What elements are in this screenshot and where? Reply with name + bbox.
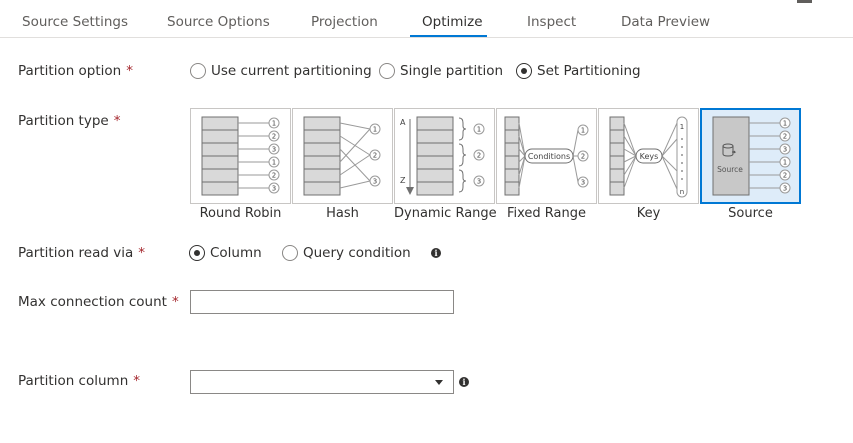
svg-text:3: 3 <box>783 185 787 193</box>
partition-option-label: Partition option * <box>18 63 133 79</box>
max-connection-count-label: Max connection count * <box>18 294 179 310</box>
radio-label: Set Partitioning <box>537 63 641 79</box>
tile-label-fixed-range: Fixed Range <box>506 206 587 221</box>
required-marker: * <box>133 373 140 389</box>
required-marker: * <box>126 63 133 79</box>
range-start-letter: A <box>400 118 406 127</box>
radio-label: Single partition <box>400 63 504 79</box>
partition-column-label: Partition column * <box>18 373 140 389</box>
svg-text:2: 2 <box>477 152 481 160</box>
max-connection-count-input[interactable] <box>190 290 454 314</box>
svg-text:1: 1 <box>272 159 276 167</box>
source-text: Source <box>717 165 743 174</box>
radio-circle-selected[interactable] <box>189 245 205 261</box>
partition-column-dropdown[interactable] <box>190 370 454 394</box>
dynamic-range-diagram-icon: A Z 1 2 3 <box>400 116 485 196</box>
svg-text:1: 1 <box>272 120 276 128</box>
chevron-down-icon[interactable] <box>435 380 443 385</box>
svg-text:2: 2 <box>272 172 276 180</box>
tile-label-hash: Hash <box>326 206 359 221</box>
radio-use-current-partitioning[interactable]: Use current partitioning <box>190 63 372 79</box>
tile-hash[interactable]: 1 2 3 <box>292 108 393 204</box>
tab-source-settings[interactable]: Source Settings <box>22 14 128 30</box>
tab-data-preview[interactable]: Data Preview <box>621 14 710 30</box>
max-connection-count-label-text: Max connection count <box>18 294 167 310</box>
key-diagram-icon: Keys 1 n <box>609 116 688 198</box>
radio-query-condition[interactable]: Query condition <box>282 245 411 261</box>
tile-label-source: Source <box>728 206 773 221</box>
svg-text:3: 3 <box>581 179 585 187</box>
keys-n-text: n <box>680 188 684 196</box>
partition-type-label: Partition type * <box>18 113 120 129</box>
info-icon[interactable]: i <box>431 248 441 258</box>
window-edge-marker <box>797 0 812 3</box>
tile-key[interactable]: Keys 1 n <box>598 108 699 204</box>
radio-set-partitioning[interactable]: Set Partitioning <box>516 63 641 79</box>
svg-text:1: 1 <box>373 126 377 134</box>
info-icon[interactable]: i <box>459 377 469 387</box>
tab-projection[interactable]: Projection <box>311 14 378 30</box>
tile-dynamic-range[interactable]: A Z 1 2 3 <box>394 108 495 204</box>
tile-label-key: Key <box>636 206 661 221</box>
svg-text:2: 2 <box>581 153 585 161</box>
active-tab-indicator <box>410 35 487 37</box>
hash-diagram-icon: 1 2 3 <box>303 116 381 196</box>
radio-label: Use current partitioning <box>211 63 372 79</box>
svg-text:2: 2 <box>373 152 377 160</box>
svg-text:3: 3 <box>272 146 276 154</box>
radio-circle[interactable] <box>379 63 395 79</box>
svg-text:1: 1 <box>477 126 481 134</box>
svg-text:3: 3 <box>783 146 787 154</box>
fixed-range-diagram-icon: Conditions 1 2 3 <box>504 116 589 196</box>
round-robin-diagram-icon: 1 2 3 1 2 3 <box>201 116 280 196</box>
radio-single-partition[interactable]: Single partition <box>379 63 503 79</box>
svg-text:3: 3 <box>272 185 276 193</box>
tab-optimize[interactable]: Optimize <box>422 14 483 30</box>
svg-text:1: 1 <box>783 159 787 167</box>
partition-type-tiles: 1 2 3 1 2 3 1 2 3 A Z 1 2 3 Conditions 1 2 3 K… <box>190 108 803 204</box>
radio-circle[interactable] <box>190 63 206 79</box>
source-diagram-icon: Source 1 2 3 1 2 3 <box>712 116 791 196</box>
tile-label-round-robin: Round Robin <box>199 206 282 221</box>
svg-text:2: 2 <box>783 172 787 180</box>
partition-read-via-label-text: Partition read via <box>18 245 134 261</box>
partition-read-via-label: Partition read via * <box>18 245 145 261</box>
range-end-letter: Z <box>400 176 406 185</box>
tile-round-robin[interactable]: 1 2 3 1 2 3 <box>190 108 291 204</box>
partition-option-label-text: Partition option <box>18 63 122 79</box>
radio-column[interactable]: Column <box>189 245 262 261</box>
radio-circle-selected[interactable] <box>516 63 532 79</box>
radio-label: Query condition <box>303 245 411 261</box>
tab-source-options[interactable]: Source Options <box>167 14 270 30</box>
tile-label-dynamic-range: Dynamic Range <box>394 206 497 221</box>
required-marker: * <box>113 113 121 129</box>
radio-label: Column <box>210 245 262 261</box>
partition-column-label-text: Partition column <box>18 373 129 389</box>
conditions-text: Conditions <box>528 152 570 161</box>
radio-circle[interactable] <box>282 245 298 261</box>
tile-fixed-range[interactable]: Conditions 1 2 3 <box>496 108 597 204</box>
required-marker: * <box>138 245 146 261</box>
svg-text:2: 2 <box>783 133 787 141</box>
partition-type-label-text: Partition type <box>18 113 109 129</box>
tab-inspect[interactable]: Inspect <box>527 14 576 30</box>
required-marker: * <box>171 294 179 310</box>
svg-text:2: 2 <box>272 133 276 141</box>
svg-text:1: 1 <box>783 120 787 128</box>
tab-bar: Source Settings Source Options Projectio… <box>0 0 853 38</box>
svg-text:1: 1 <box>581 127 585 135</box>
svg-text:3: 3 <box>373 178 377 186</box>
svg-text:3: 3 <box>477 178 481 186</box>
svg-text:1: 1 <box>680 123 684 131</box>
keys-text: Keys <box>640 152 659 161</box>
tile-source[interactable]: Source 1 2 3 1 2 3 <box>700 108 801 204</box>
